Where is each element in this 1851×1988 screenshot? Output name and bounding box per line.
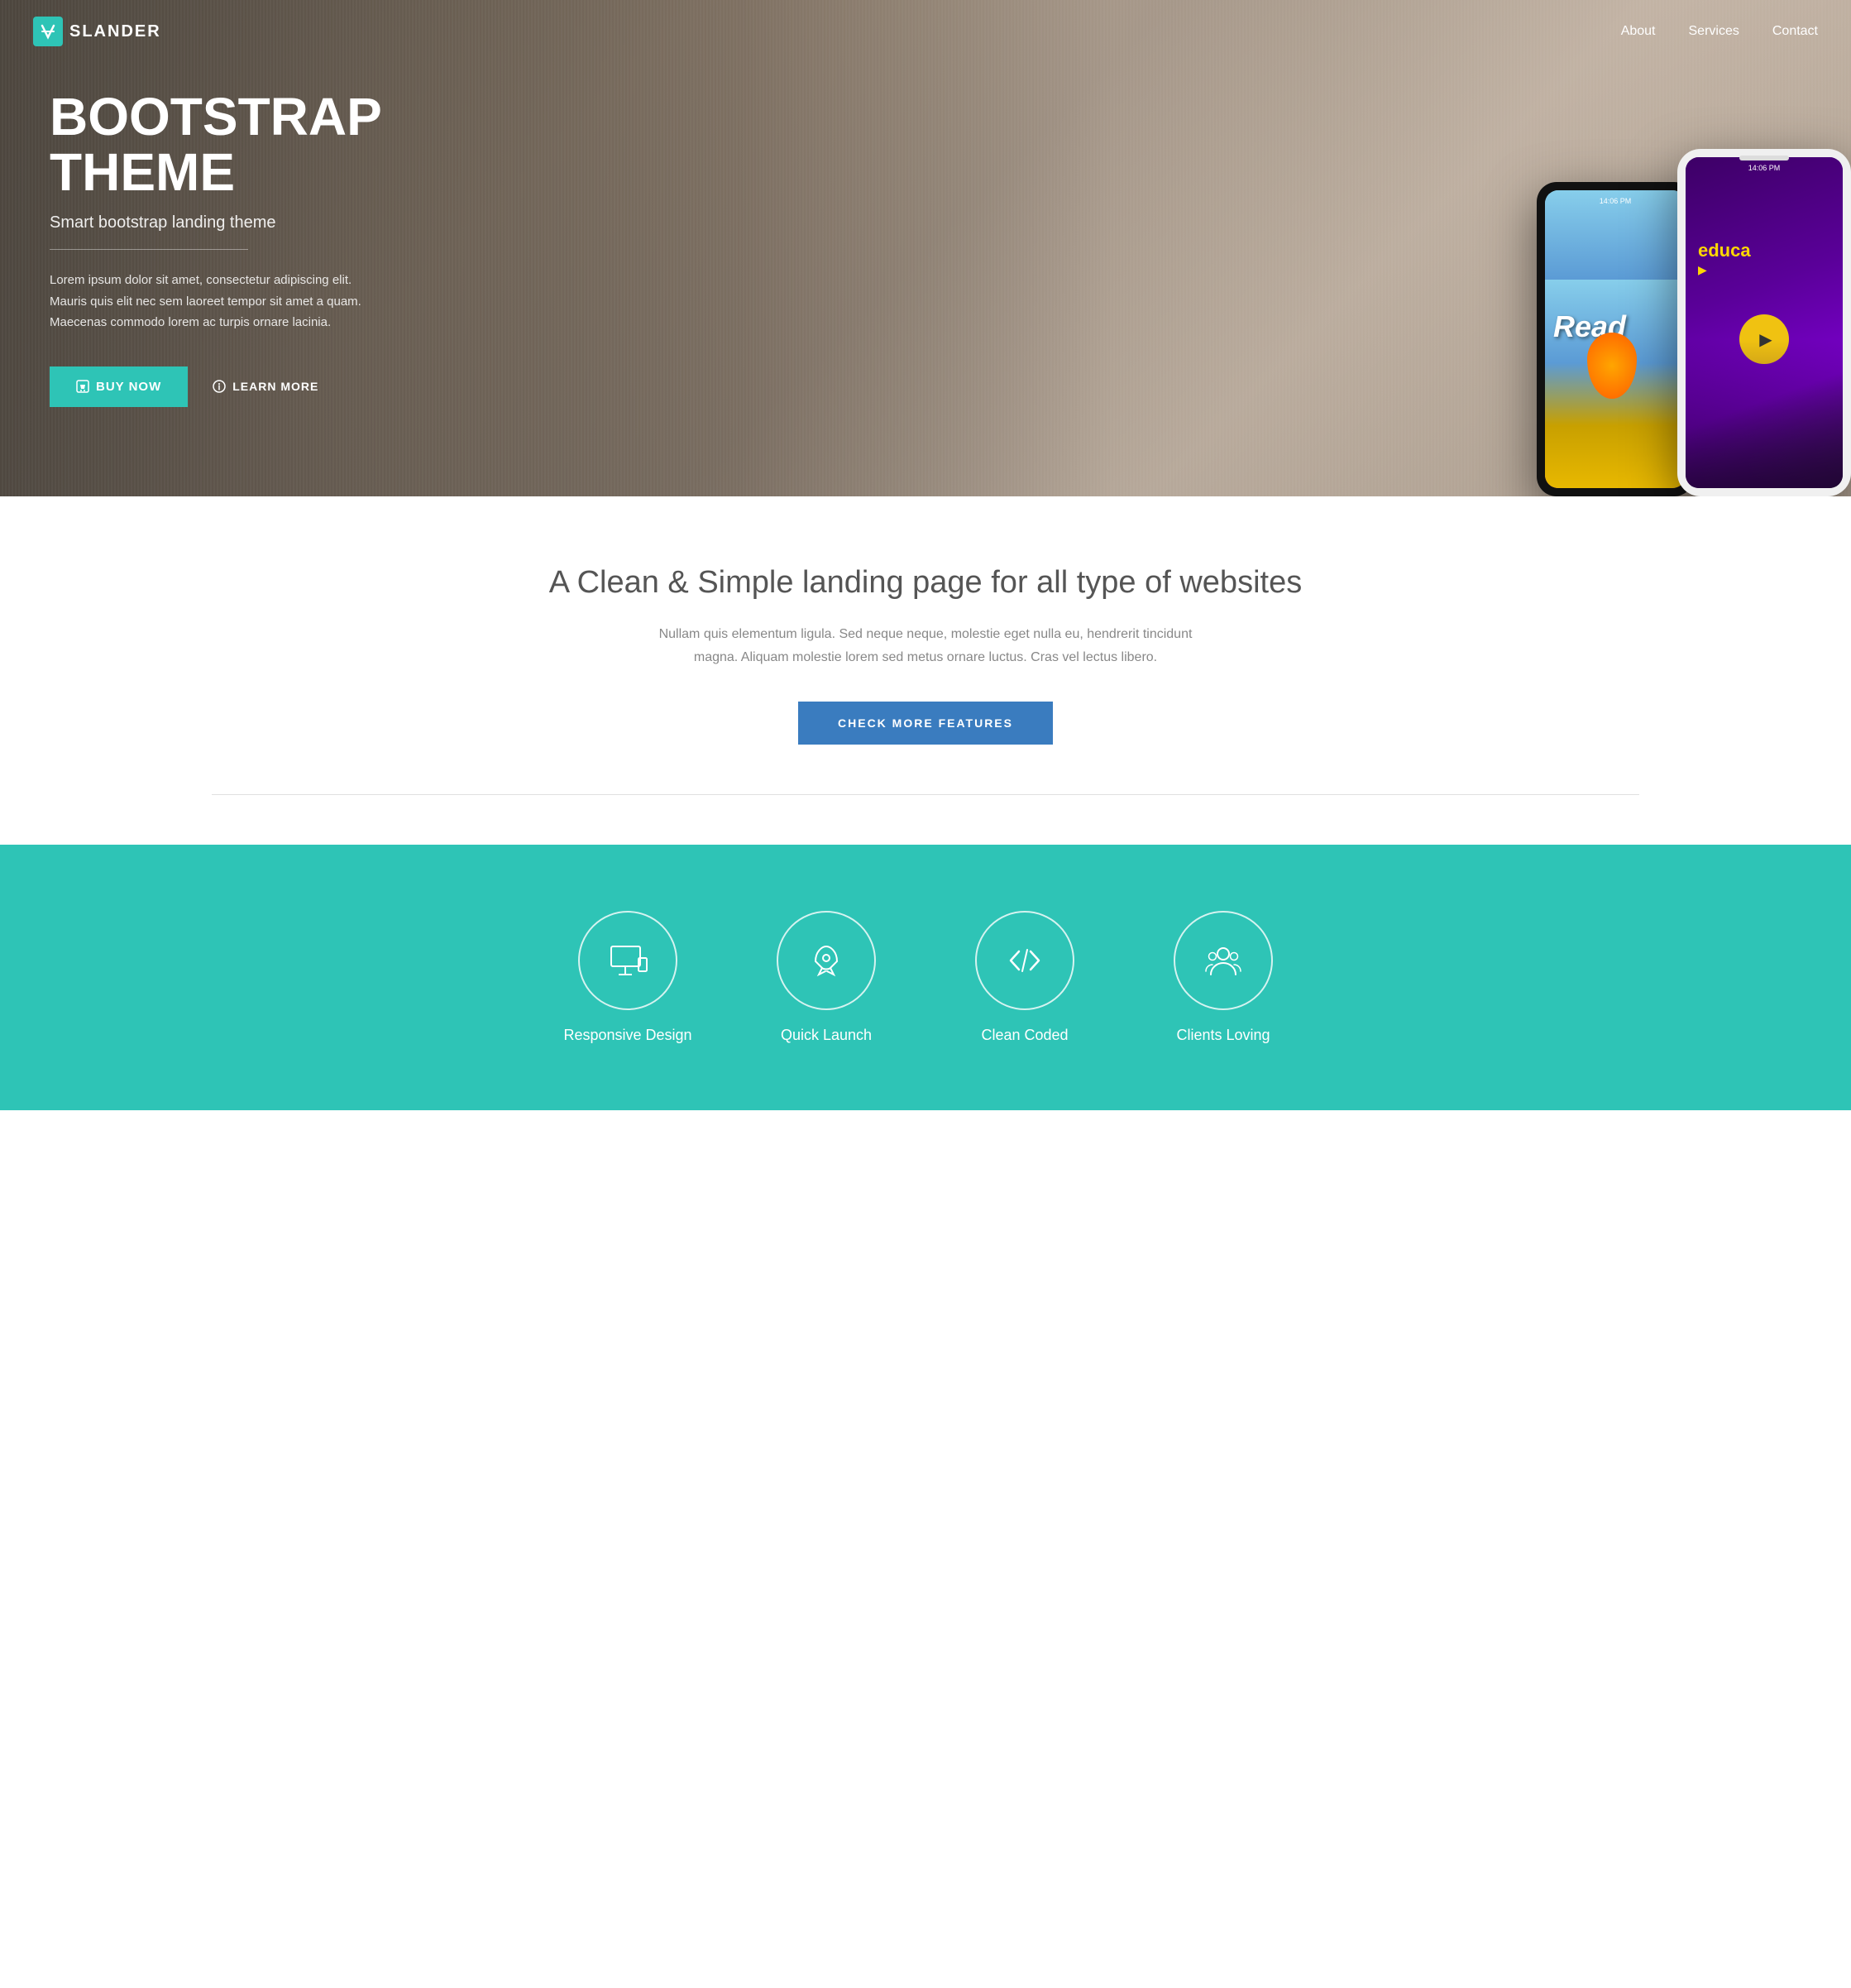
phone-white-screen: 14:06 PM educa ▶ ▶ <box>1686 157 1843 488</box>
phone-speaker <box>1739 156 1789 160</box>
learn-more-label: LEARN MORE <box>232 380 318 393</box>
phone-app-read: 14:06 PM Read <box>1545 190 1686 488</box>
responsive-label: Responsive Design <box>563 1027 691 1044</box>
learn-more-button[interactable]: LEARN MORE <box>213 380 318 393</box>
phone-black: 14:06 PM Read <box>1537 182 1694 496</box>
feature-cleancoded: Clean Coded <box>950 911 1099 1044</box>
buy-now-label: BUY NOW <box>96 380 161 394</box>
feature-responsive: Responsive Design <box>553 911 702 1044</box>
hero-subtitle: Smart bootstrap landing theme <box>50 213 380 232</box>
users-icon <box>1203 940 1244 981</box>
feature-quicklaunch: Quick Launch <box>752 911 901 1044</box>
cleancoded-icon-circle <box>975 911 1074 1010</box>
rocket-icon <box>806 940 847 981</box>
quicklaunch-icon-circle <box>777 911 876 1010</box>
circle-info-icon <box>213 380 226 393</box>
nav-about[interactable]: About <box>1621 24 1656 38</box>
hero-title: BOOTSTRAP THEME <box>50 89 380 200</box>
check-features-button[interactable]: CHECK MORE FEATURES <box>798 702 1053 745</box>
middle-divider <box>212 794 1639 795</box>
monitor-icon <box>607 940 648 981</box>
logo-icon <box>33 17 63 46</box>
features-section: Responsive Design Quick Launch <box>0 845 1851 1110</box>
hero-content: BOOTSTRAP THEME Smart bootstrap landing … <box>0 89 430 407</box>
code-icon <box>1004 940 1045 981</box>
logo-text: SLANDER <box>69 22 161 41</box>
educa-arrow: ▶ <box>1698 263 1707 277</box>
features-grid: Responsive Design Quick Launch <box>33 911 1818 1044</box>
quicklaunch-label: Quick Launch <box>781 1027 872 1044</box>
cart-icon <box>76 380 89 393</box>
phone-white-time: 14:06 PM <box>1748 164 1781 172</box>
logo[interactable]: SLANDER <box>33 17 161 46</box>
phone-app-educa: 14:06 PM educa ▶ ▶ <box>1686 157 1843 488</box>
hero-section: BOOTSTRAP THEME Smart bootstrap landing … <box>0 0 1851 496</box>
cleancoded-label: Clean Coded <box>981 1027 1068 1044</box>
nav-links: About Services Contact <box>1621 24 1818 39</box>
middle-description: Nullam quis elementum ligula. Sed neque … <box>636 623 1215 668</box>
nav-services[interactable]: Services <box>1689 24 1739 38</box>
phone-black-time: 14:06 PM <box>1600 197 1632 205</box>
hero-divider <box>50 249 248 250</box>
hero-description: Lorem ipsum dolor sit amet, consectetur … <box>50 270 380 333</box>
nav-contact[interactable]: Contact <box>1772 24 1818 38</box>
middle-section: A Clean & Simple landing page for all ty… <box>0 496 1851 845</box>
app-educa-title: educa <box>1698 240 1751 261</box>
phone-black-screen: 14:06 PM Read <box>1545 190 1686 488</box>
hero-buttons: BUY NOW LEARN MORE <box>50 366 380 407</box>
navigation: SLANDER About Services Contact <box>0 0 1851 63</box>
clients-label: Clients Loving <box>1176 1027 1270 1044</box>
hero-phones: 14:06 PM Read 14:06 PM educa ▶ <box>1537 149 1851 496</box>
middle-title: A Clean & Simple landing page for all ty… <box>33 563 1818 603</box>
buy-now-button[interactable]: BUY NOW <box>50 366 188 407</box>
clients-icon-circle <box>1174 911 1273 1010</box>
feature-clients: Clients Loving <box>1149 911 1298 1044</box>
character-bg <box>1686 339 1843 488</box>
phone-white: 14:06 PM educa ▶ ▶ <box>1677 149 1851 496</box>
responsive-icon-circle <box>578 911 677 1010</box>
